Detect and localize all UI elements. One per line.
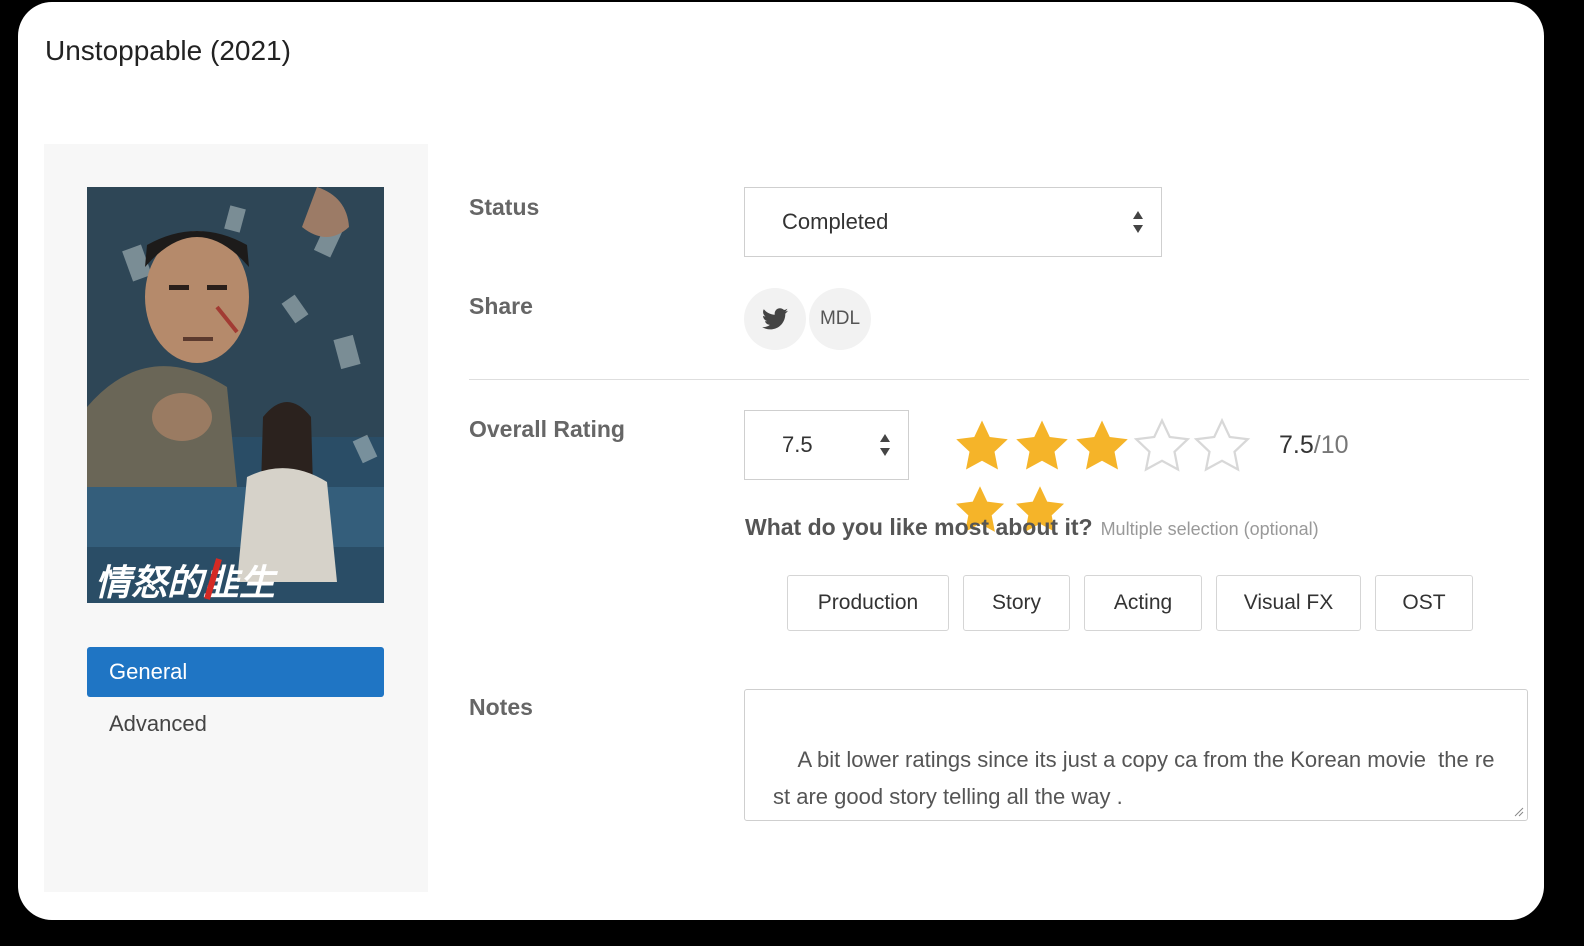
star-filled-icon[interactable]: [1012, 416, 1072, 476]
page-title: Unstoppable (2021): [45, 35, 291, 66]
likes-question-hint: Multiple selection (optional): [1100, 519, 1319, 539]
overall-rating-label: Overall Rating: [469, 416, 625, 442]
tag-acting[interactable]: Acting: [1084, 575, 1202, 631]
rating-display: 7.5/10: [1279, 431, 1349, 460]
rating-select-value: 7.5: [782, 432, 813, 457]
updown-arrows-icon: [1133, 211, 1143, 233]
share-label: Share: [469, 293, 533, 319]
rating-dialog: Unstoppable (2021) 情怒的韭生 General Advance…: [18, 2, 1544, 920]
likes-question-text: What do you like most about it?: [745, 514, 1093, 540]
star-filled-icon[interactable]: [1072, 416, 1132, 476]
movie-poster: 情怒的韭生: [87, 187, 384, 603]
rating-display-value: 7.5: [1279, 431, 1314, 459]
tag-production[interactable]: Production: [787, 575, 949, 631]
rating-select[interactable]: 7.5: [744, 410, 909, 480]
tag-story[interactable]: Story: [963, 575, 1070, 631]
share-mdl-button[interactable]: MDL: [809, 288, 871, 350]
notes-textarea[interactable]: A bit lower ratings since its just a cop…: [744, 689, 1528, 821]
twitter-icon: [762, 308, 788, 330]
sidebar-item-general[interactable]: General: [87, 647, 384, 697]
rating-display-max: /10: [1313, 431, 1349, 459]
notes-text: A bit lower ratings since its just a cop…: [773, 747, 1495, 809]
sidebar: 情怒的韭生 General Advanced: [44, 144, 428, 892]
updown-arrows-icon: [880, 434, 890, 456]
tag-ost[interactable]: OST: [1375, 575, 1473, 631]
status-select-value: Completed: [782, 209, 889, 234]
star-empty-icon[interactable]: [1192, 416, 1252, 476]
poster-text: 情怒的韭生: [95, 563, 278, 603]
resize-handle-icon[interactable]: [1512, 805, 1524, 817]
star-empty-icon[interactable]: [1132, 416, 1192, 476]
divider: [469, 379, 1529, 380]
share-twitter-button[interactable]: [744, 288, 806, 350]
tag-visual-fx[interactable]: Visual FX: [1216, 575, 1361, 631]
poster-illustration: 情怒的韭生: [87, 187, 384, 603]
status-select[interactable]: Completed: [744, 187, 1162, 257]
star-filled-icon[interactable]: [952, 416, 1012, 476]
notes-label: Notes: [469, 694, 533, 720]
sidebar-item-advanced[interactable]: Advanced: [87, 699, 384, 749]
status-label: Status: [469, 194, 540, 220]
likes-question: What do you like most about it? Multiple …: [745, 514, 1319, 541]
